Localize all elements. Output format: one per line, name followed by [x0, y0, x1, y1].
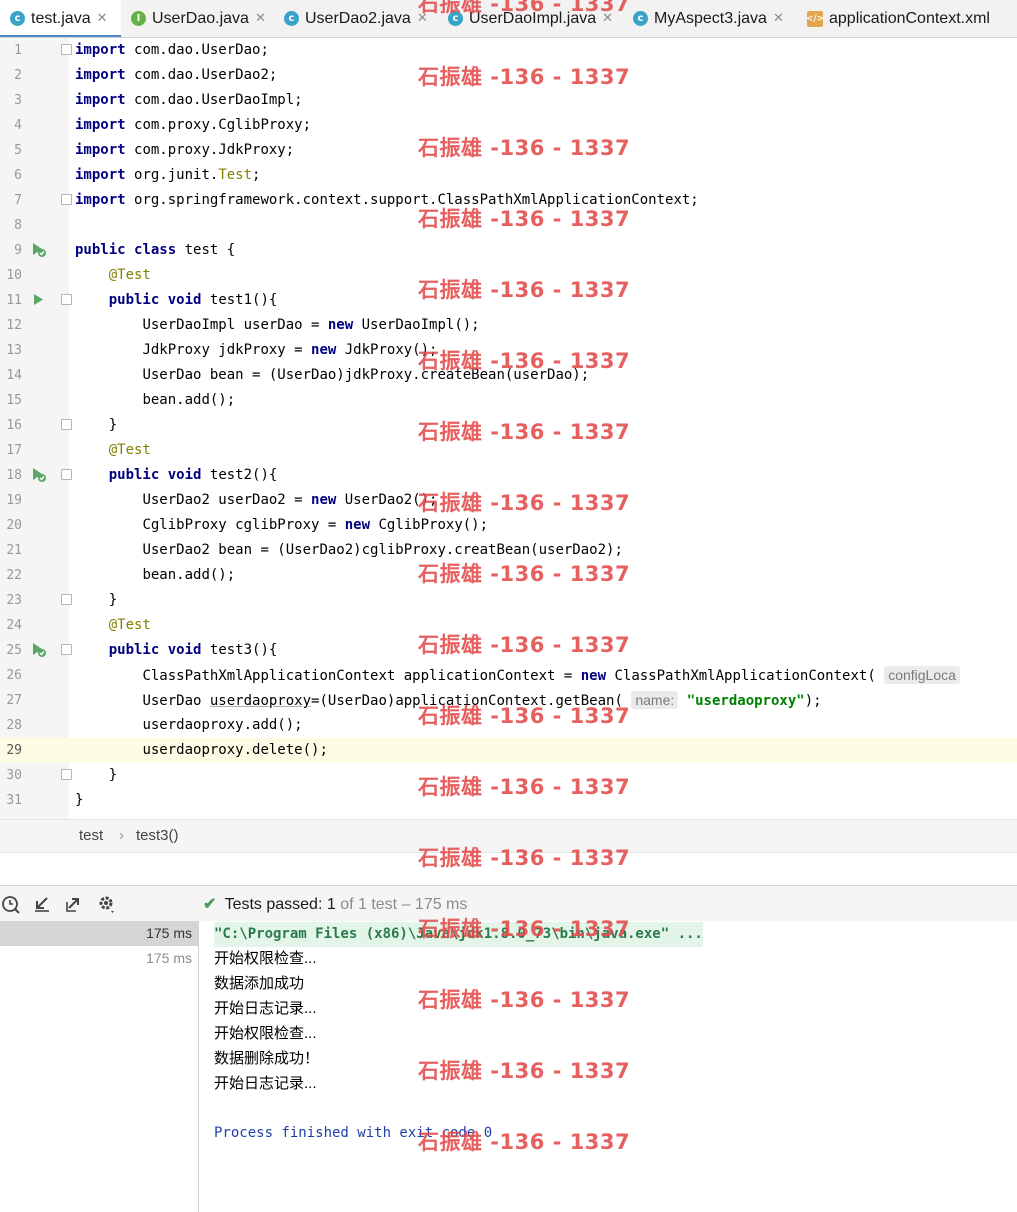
breadcrumb-item-method[interactable]: test3(): [136, 827, 179, 844]
class-c-icon: c: [10, 11, 25, 26]
watermark: 石振雄 -136 - 1337: [418, 278, 631, 302]
fold-marker-icon[interactable]: [61, 419, 72, 430]
parameter-hint: name:: [631, 691, 679, 709]
run-test-passed-icon[interactable]: [30, 241, 47, 258]
run-test-passed-icon[interactable]: [30, 641, 47, 658]
fold-marker-icon[interactable]: [61, 194, 72, 205]
close-icon[interactable]: ✕: [255, 11, 266, 26]
tab-applicationcontext-xml[interactable]: </> applicationContext.xml: [806, 0, 990, 37]
code-line: 23 }: [6, 592, 118, 608]
watermark: 石振雄 -136 - 1337: [418, 775, 631, 799]
console-line: 数据删除成功！: [214, 1050, 320, 1067]
code-line: 26 ClassPathXmlApplicationContext applic…: [0, 663, 1017, 688]
test-status: ✔ Tests passed: 1 of 1 test – 175 ms: [203, 896, 468, 913]
console-line: 开始日志记录...: [214, 1075, 317, 1092]
xml-file-icon: </>: [806, 10, 824, 27]
watermark: 石振雄 -136 - 1337: [418, 349, 631, 373]
fold-marker-icon[interactable]: [61, 594, 72, 605]
watermark: 石振雄 -136 - 1337: [418, 136, 631, 160]
interface-i-icon: I: [131, 11, 146, 26]
history-clock-icon[interactable]: [0, 893, 22, 915]
fold-marker-icon[interactable]: [61, 469, 72, 480]
console-line: 开始权限检查...: [214, 950, 317, 967]
watermark: 石振雄 -136 - 1337: [418, 0, 631, 16]
console-line: 数据添加成功: [214, 975, 305, 992]
tab-label: test.java: [31, 9, 91, 27]
fold-marker-icon[interactable]: [61, 644, 72, 655]
breadcrumb-separator: ›: [119, 827, 124, 844]
watermark: 石振雄 -136 - 1337: [418, 420, 631, 444]
watermark: 石振雄 -136 - 1337: [418, 65, 631, 89]
class-c-icon: c: [284, 11, 299, 26]
tab-test-java[interactable]: c test.java ✕: [0, 0, 121, 37]
tab-label: UserDao2.java: [305, 9, 411, 27]
code-line: 9 public class test {: [14, 242, 236, 258]
fold-marker-icon[interactable]: [61, 769, 72, 780]
tab-myaspect3-java[interactable]: c MyAspect3.java ✕: [633, 0, 784, 37]
fold-marker-icon[interactable]: [61, 294, 72, 305]
watermark: 石振雄 -136 - 1337: [418, 491, 631, 515]
watermark: 石振雄 -136 - 1337: [418, 562, 631, 586]
watermark: 石振雄 -136 - 1337: [418, 1130, 631, 1154]
watermark: 石振雄 -136 - 1337: [418, 704, 631, 728]
export-tests-icon[interactable]: [63, 893, 85, 915]
fold-marker-icon[interactable]: [61, 44, 72, 55]
code-line: 3 import com.dao.UserDaoImpl;: [14, 92, 303, 108]
console-line: 开始权限检查...: [214, 1025, 317, 1042]
class-c-icon: c: [633, 11, 648, 26]
run-test-passed-icon[interactable]: [30, 466, 47, 483]
tab-userdao2-java[interactable]: c UserDao2.java ✕: [284, 0, 428, 37]
tab-label: MyAspect3.java: [654, 9, 767, 27]
watermark: 石振雄 -136 - 1337: [418, 988, 631, 1012]
tab-userdao-java[interactable]: I UserDao.java ✕: [131, 0, 266, 37]
code-line-current: 29 userdaoproxy.delete();: [0, 738, 1017, 763]
console-line: 开始日志记录...: [214, 1000, 317, 1017]
code-line: 15 bean.add();: [6, 392, 236, 408]
import-tests-icon[interactable]: [31, 893, 53, 915]
code-line: 12 UserDaoImpl userDao = new UserDaoImpl…: [6, 317, 480, 333]
code-line: 18 public void test2(){: [6, 467, 278, 483]
close-icon[interactable]: ✕: [97, 11, 108, 26]
watermark: 石振雄 -136 - 1337: [418, 1059, 631, 1083]
watermark: 石振雄 -136 - 1337: [418, 207, 631, 231]
settings-gear-icon[interactable]: [96, 893, 118, 915]
test-results-tree: 175 ms 175 ms: [0, 921, 199, 1212]
test-tree-row[interactable]: 175 ms: [0, 946, 198, 971]
watermark: 石振雄 -136 - 1337: [418, 846, 631, 870]
parameter-hint: configLoca: [884, 666, 960, 684]
check-icon: ✔: [203, 896, 217, 913]
breadcrumb-item-class[interactable]: test: [79, 827, 103, 844]
close-icon[interactable]: ✕: [773, 11, 784, 26]
run-test-icon[interactable]: [30, 291, 47, 308]
code-line: 6 import org.junit.Test;: [14, 167, 261, 183]
watermark: 石振雄 -136 - 1337: [418, 633, 631, 657]
tab-label: applicationContext.xml: [829, 9, 990, 27]
test-tree-row[interactable]: 175 ms: [0, 921, 198, 946]
watermark: 石振雄 -136 - 1337: [418, 917, 631, 941]
code-line: 1 import com.dao.UserDao;: [14, 42, 269, 58]
tab-label: UserDao.java: [152, 9, 249, 27]
